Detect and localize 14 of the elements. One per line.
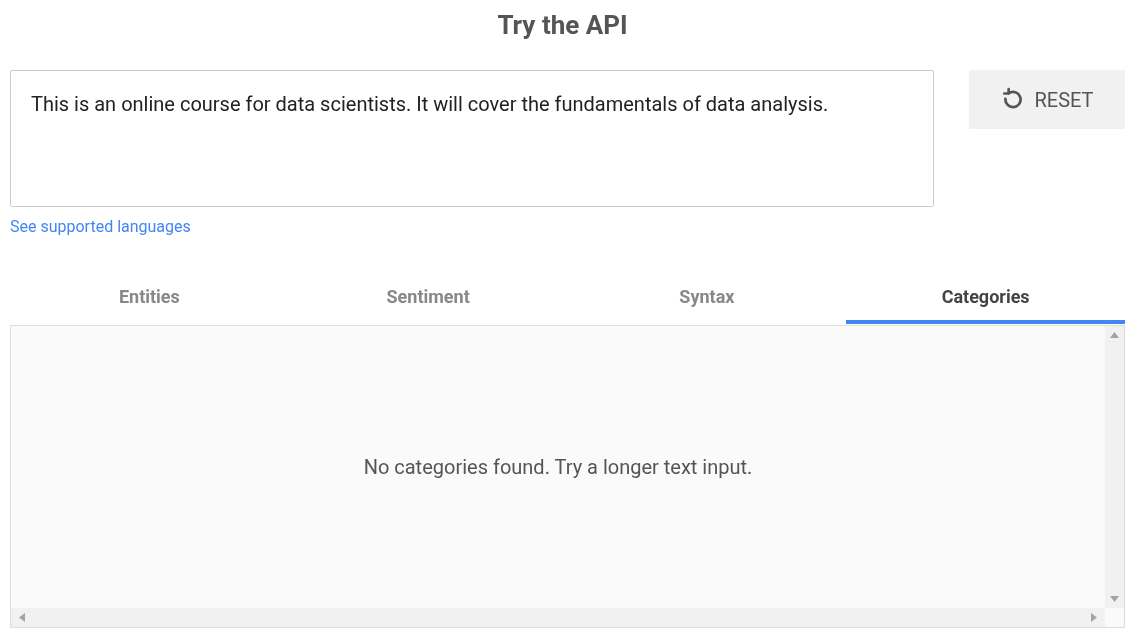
vertical-scrollbar[interactable] xyxy=(1105,326,1124,608)
page-title: Try the API xyxy=(497,9,628,42)
tab[interactable]: Syntax xyxy=(567,281,847,324)
scroll-right-icon[interactable] xyxy=(1091,613,1097,622)
scroll-down-icon[interactable] xyxy=(1110,596,1119,602)
tab[interactable]: Sentiment xyxy=(288,281,568,324)
supported-languages-link[interactable]: See supported languages xyxy=(10,217,191,236)
horizontal-scrollbar[interactable] xyxy=(11,608,1105,627)
reset-button[interactable]: RESET xyxy=(969,70,1125,129)
scroll-up-icon[interactable] xyxy=(1110,332,1119,338)
tab[interactable]: Entities xyxy=(10,281,289,324)
no-results-message: No categories found. Try a longer text input. xyxy=(363,454,753,481)
scroll-left-icon[interactable] xyxy=(19,613,25,622)
text-input-field[interactable]: This is an online course for data scientists. It will cover the fundamentals of data analysis. xyxy=(10,70,934,207)
